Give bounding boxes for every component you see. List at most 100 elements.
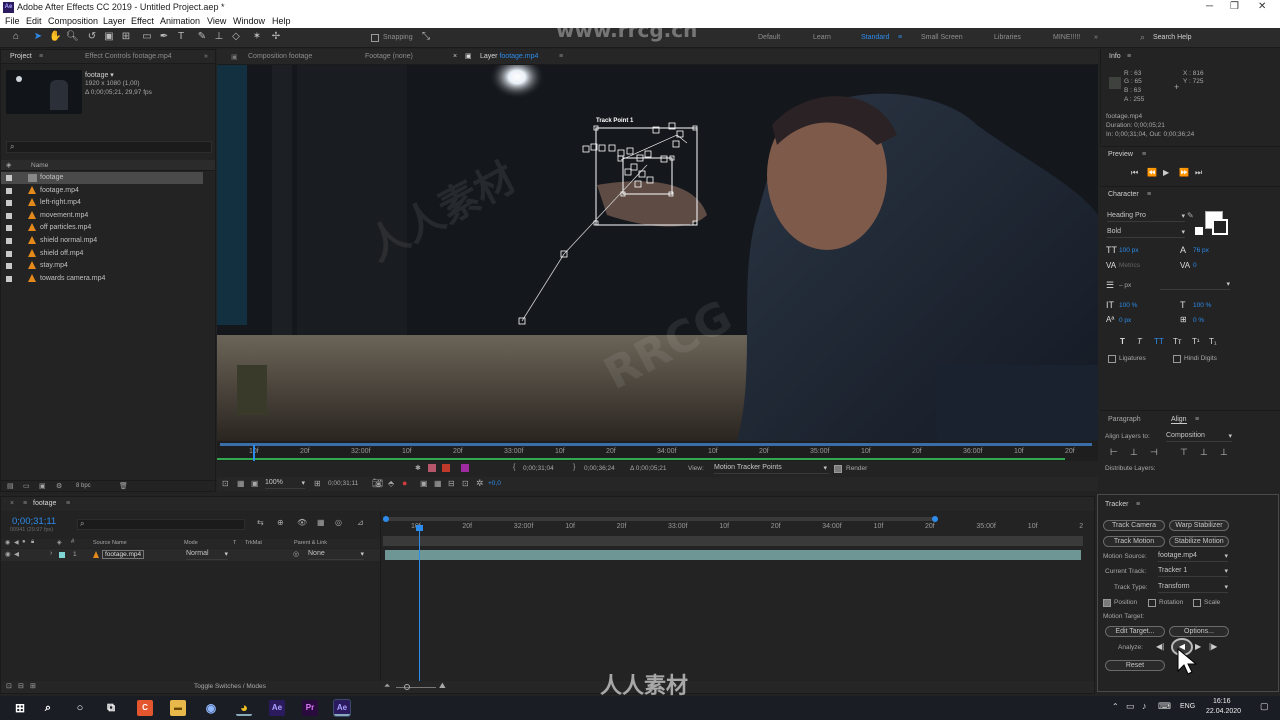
- options-button[interactable]: Options...: [1169, 626, 1229, 637]
- view-select[interactable]: Motion Tracker Points ▾: [714, 464, 829, 474]
- trash-icon[interactable]: 🗑︎: [119, 482, 128, 490]
- stroke-style-select[interactable]: ▾: [1160, 280, 1230, 290]
- timeline-track-area[interactable]: 10f 20f 32:00f 10f 20f 33:00f 10f 20f 34:00f 10f 2…: [380, 511, 1094, 681]
- panel-menu-icon[interactable]: ≡: [23, 500, 27, 507]
- label-color-icon[interactable]: [6, 250, 12, 257]
- composition-mini-flowchart-icon[interactable]: ⇆: [257, 518, 264, 527]
- menu-edit[interactable]: Edit: [26, 16, 42, 26]
- project-item-name[interactable]: footage ▾: [85, 71, 114, 79]
- layer-source-name[interactable]: footage.mp4: [102, 550, 145, 559]
- reset-button[interactable]: Reset: [1105, 660, 1165, 671]
- play-icon[interactable]: ▶: [1163, 168, 1169, 177]
- solo-icon[interactable]: ●: [22, 539, 26, 545]
- stroke-width-value[interactable]: – px: [1119, 282, 1131, 289]
- panel-menu-icon[interactable]: ≡: [1147, 191, 1151, 198]
- panel-menu-icon[interactable]: ≡: [39, 53, 43, 60]
- track-motion-button[interactable]: Track Motion: [1103, 536, 1165, 547]
- toggle-switches-modes[interactable]: Toggle Switches / Modes: [194, 683, 266, 690]
- column-trkmat[interactable]: TrkMat: [245, 540, 262, 546]
- app-icon[interactable]: ◉: [203, 700, 219, 716]
- video-switch-icon[interactable]: ◉: [5, 539, 10, 546]
- white-swatch[interactable]: [1195, 227, 1203, 235]
- transfer-controls-icon[interactable]: ⊟: [18, 682, 24, 690]
- zoom-slider-thumb[interactable]: [404, 684, 410, 690]
- label-color-icon[interactable]: [6, 238, 12, 244]
- pen-tool-icon[interactable]: ✒: [158, 31, 170, 43]
- last-frame-icon[interactable]: ⏭: [1195, 168, 1202, 178]
- first-frame-icon[interactable]: ⏮: [1131, 168, 1138, 178]
- workspace-default[interactable]: Default: [758, 34, 780, 41]
- layer-row[interactable]: ◉ ◀ › 1 footage.mp4 Normal ▾ ◎ None ▾: [1, 549, 380, 561]
- lock-icon[interactable]: ▣: [465, 52, 472, 60]
- out-time[interactable]: 0;00;36;24: [584, 465, 615, 472]
- current-track-select[interactable]: Tracker 1 ▾: [1158, 567, 1228, 577]
- project-list-item[interactable]: off particles.mp4: [1, 222, 216, 234]
- label-color-icon[interactable]: [6, 225, 12, 232]
- out-point-icon[interactable]: }: [573, 464, 575, 471]
- close-tab-icon[interactable]: ×: [453, 53, 457, 60]
- motion-blur-icon[interactable]: ◎: [335, 518, 342, 527]
- workspace-standard[interactable]: Standard: [861, 34, 889, 41]
- warp-stabilizer-button[interactable]: Warp Stabilizer: [1169, 520, 1229, 531]
- keyboard-icon[interactable]: ⌨: [1158, 701, 1171, 712]
- align-right-icon[interactable]: ⊣: [1150, 447, 1158, 458]
- eyedropper-icon[interactable]: ✎: [1187, 211, 1194, 220]
- align-to-select[interactable]: Composition ▾: [1166, 432, 1232, 442]
- menu-window[interactable]: Window: [233, 16, 265, 26]
- zoom-in-icon[interactable]: ⛰: [439, 681, 446, 691]
- analyze-forward-frame-icon[interactable]: |▶: [1209, 642, 1217, 651]
- close-tab-icon[interactable]: ×: [10, 500, 14, 507]
- zoom-select[interactable]: 100% ▾: [265, 479, 305, 489]
- hindi-digits-checkbox[interactable]: [1173, 355, 1181, 363]
- align-top-icon[interactable]: ⊤: [1180, 447, 1188, 458]
- layer-duration-bar[interactable]: [385, 550, 1081, 560]
- column-name[interactable]: Name: [31, 162, 48, 169]
- align-v-center-icon[interactable]: ⊥: [1200, 447, 1208, 458]
- tab-effect-controls[interactable]: Effect Controls footage.mp4: [85, 53, 172, 60]
- pan-behind-tool-icon[interactable]: ⊞: [120, 31, 132, 43]
- timeline-search-input[interactable]: ⌕: [77, 519, 245, 530]
- tab-timeline-footage[interactable]: footage: [33, 500, 56, 507]
- search-help-input[interactable]: Search Help: [1153, 34, 1192, 41]
- project-list-item[interactable]: towards camera.mp4: [1, 273, 216, 285]
- folder-icon[interactable]: ▬: [170, 700, 186, 716]
- panel-menu-icon[interactable]: ≡: [1195, 416, 1199, 423]
- draft-3d-icon[interactable]: ⊕: [277, 518, 284, 527]
- track-camera-button[interactable]: Track Camera: [1103, 520, 1165, 531]
- overflow-icon[interactable]: »: [204, 53, 208, 60]
- project-list-item[interactable]: shield off.mp4: [1, 248, 216, 260]
- project-list-item[interactable]: footage.mp4: [1, 185, 216, 197]
- font-family-select[interactable]: Heading Pro ▾: [1107, 212, 1185, 222]
- label-color-icon[interactable]: [59, 552, 65, 558]
- audio-switch-icon[interactable]: ◀: [14, 539, 19, 546]
- home-icon[interactable]: ⌂: [10, 31, 22, 43]
- stabilize-motion-button[interactable]: Stabilize Motion: [1169, 536, 1229, 547]
- current-time-indicator[interactable]: [253, 445, 255, 461]
- font-style-select[interactable]: Bold ▾: [1107, 228, 1185, 238]
- superscript-button[interactable]: T¹: [1192, 337, 1200, 346]
- rotate-tool-icon[interactable]: ↺: [86, 31, 98, 43]
- project-search-input[interactable]: ⌕: [6, 141, 212, 153]
- menu-help[interactable]: Help: [272, 16, 291, 26]
- track-type-select[interactable]: Transform ▾: [1158, 583, 1228, 593]
- after-effects-active-icon[interactable]: Ae: [333, 699, 351, 717]
- transparency-grid-icon[interactable]: ▦: [434, 479, 442, 488]
- analyze-back-frame-icon[interactable]: ◀|: [1156, 642, 1164, 651]
- playhead-handle[interactable]: [416, 525, 423, 531]
- zoom-slider[interactable]: [396, 687, 436, 688]
- after-effects-icon[interactable]: Ae: [269, 700, 285, 716]
- 3d-view-icon[interactable]: ⊟: [448, 479, 455, 488]
- previous-frame-icon[interactable]: ⏪: [1147, 168, 1157, 177]
- zoom-tool-icon[interactable]: 🔍︎: [66, 31, 79, 43]
- windows-start-icon[interactable]: ⊞: [12, 700, 28, 716]
- work-area-bar[interactable]: [383, 516, 938, 522]
- label-color-icon[interactable]: [6, 175, 12, 181]
- in-out-icon[interactable]: ⊞: [30, 682, 36, 690]
- small-caps-button[interactable]: Tт: [1173, 337, 1182, 346]
- number-column-icon[interactable]: #: [71, 539, 74, 545]
- label-column-icon[interactable]: ◈: [6, 161, 11, 169]
- column-source-name[interactable]: Source Name: [93, 540, 127, 546]
- layer-switches-icon[interactable]: ⊡: [6, 682, 12, 690]
- render-checkbox[interactable]: [834, 465, 842, 473]
- vertical-scale-value[interactable]: 100 %: [1119, 302, 1137, 309]
